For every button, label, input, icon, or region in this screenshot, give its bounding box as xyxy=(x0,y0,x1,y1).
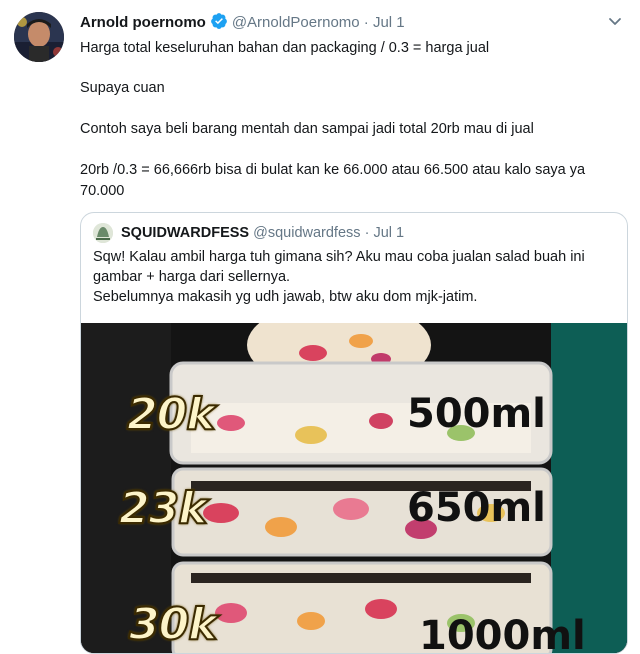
quoted-avatar xyxy=(93,223,113,243)
tweet-date[interactable]: Jul 1 xyxy=(373,14,405,31)
volume-label: 1000ml xyxy=(419,613,586,653)
quoted-author-name: SQUIDWARDFESS xyxy=(121,225,250,241)
price-label: 23k xyxy=(118,482,208,535)
author-handle[interactable]: @ArnoldPoernomo xyxy=(232,14,360,31)
author-name[interactable]: Arnold poernomo xyxy=(80,14,206,31)
verified-badge-icon xyxy=(210,12,228,36)
tweet-card[interactable]: Arnold poernomo @ArnoldPoernomo · Jul 1 H… xyxy=(0,0,640,654)
volume-label: 650ml xyxy=(407,485,546,531)
tweet-paragraph: Supaya cuan xyxy=(80,80,165,96)
quoted-date: Jul 1 xyxy=(373,225,405,241)
separator-dot: · xyxy=(364,225,370,241)
chevron-down-icon[interactable] xyxy=(606,12,624,30)
quoted-tweet[interactable]: SQUIDWARDFESS @squidwardfess · Jul 1 Sqw… xyxy=(80,212,628,654)
separator-dot: · xyxy=(363,14,369,31)
quoted-text: Sqw! Kalau ambil harga tuh gimana sih? A… xyxy=(93,247,618,307)
quoted-author-handle: @squidwardfess xyxy=(253,225,361,241)
volume-label: 500ml xyxy=(407,391,546,437)
price-label: 20k xyxy=(126,388,216,441)
tweet-paragraph: Contoh saya beli barang mentah dan sampa… xyxy=(80,121,534,137)
tweet-header: Arnold poernomo @ArnoldPoernomo · Jul 1 xyxy=(80,12,405,36)
tweet-paragraph: 20rb /0.3 = 66,666rb bisa di bulat kan k… xyxy=(80,162,586,199)
quoted-media-image[interactable]: 20k 500ml 23k 650ml 30k 1000ml xyxy=(81,323,627,653)
price-label: 30k xyxy=(128,598,218,651)
quoted-line: Sqw! Kalau ambil harga tuh gimana sih? A… xyxy=(93,249,585,285)
avatar[interactable] xyxy=(14,12,64,62)
tweet-paragraph: Harga total keseluruhan bahan dan packag… xyxy=(80,40,490,56)
quoted-header: SQUIDWARDFESS @squidwardfess · Jul 1 xyxy=(121,223,404,243)
quoted-line: Sebelumnya makasih yg udh jawab, btw aku… xyxy=(93,289,478,305)
